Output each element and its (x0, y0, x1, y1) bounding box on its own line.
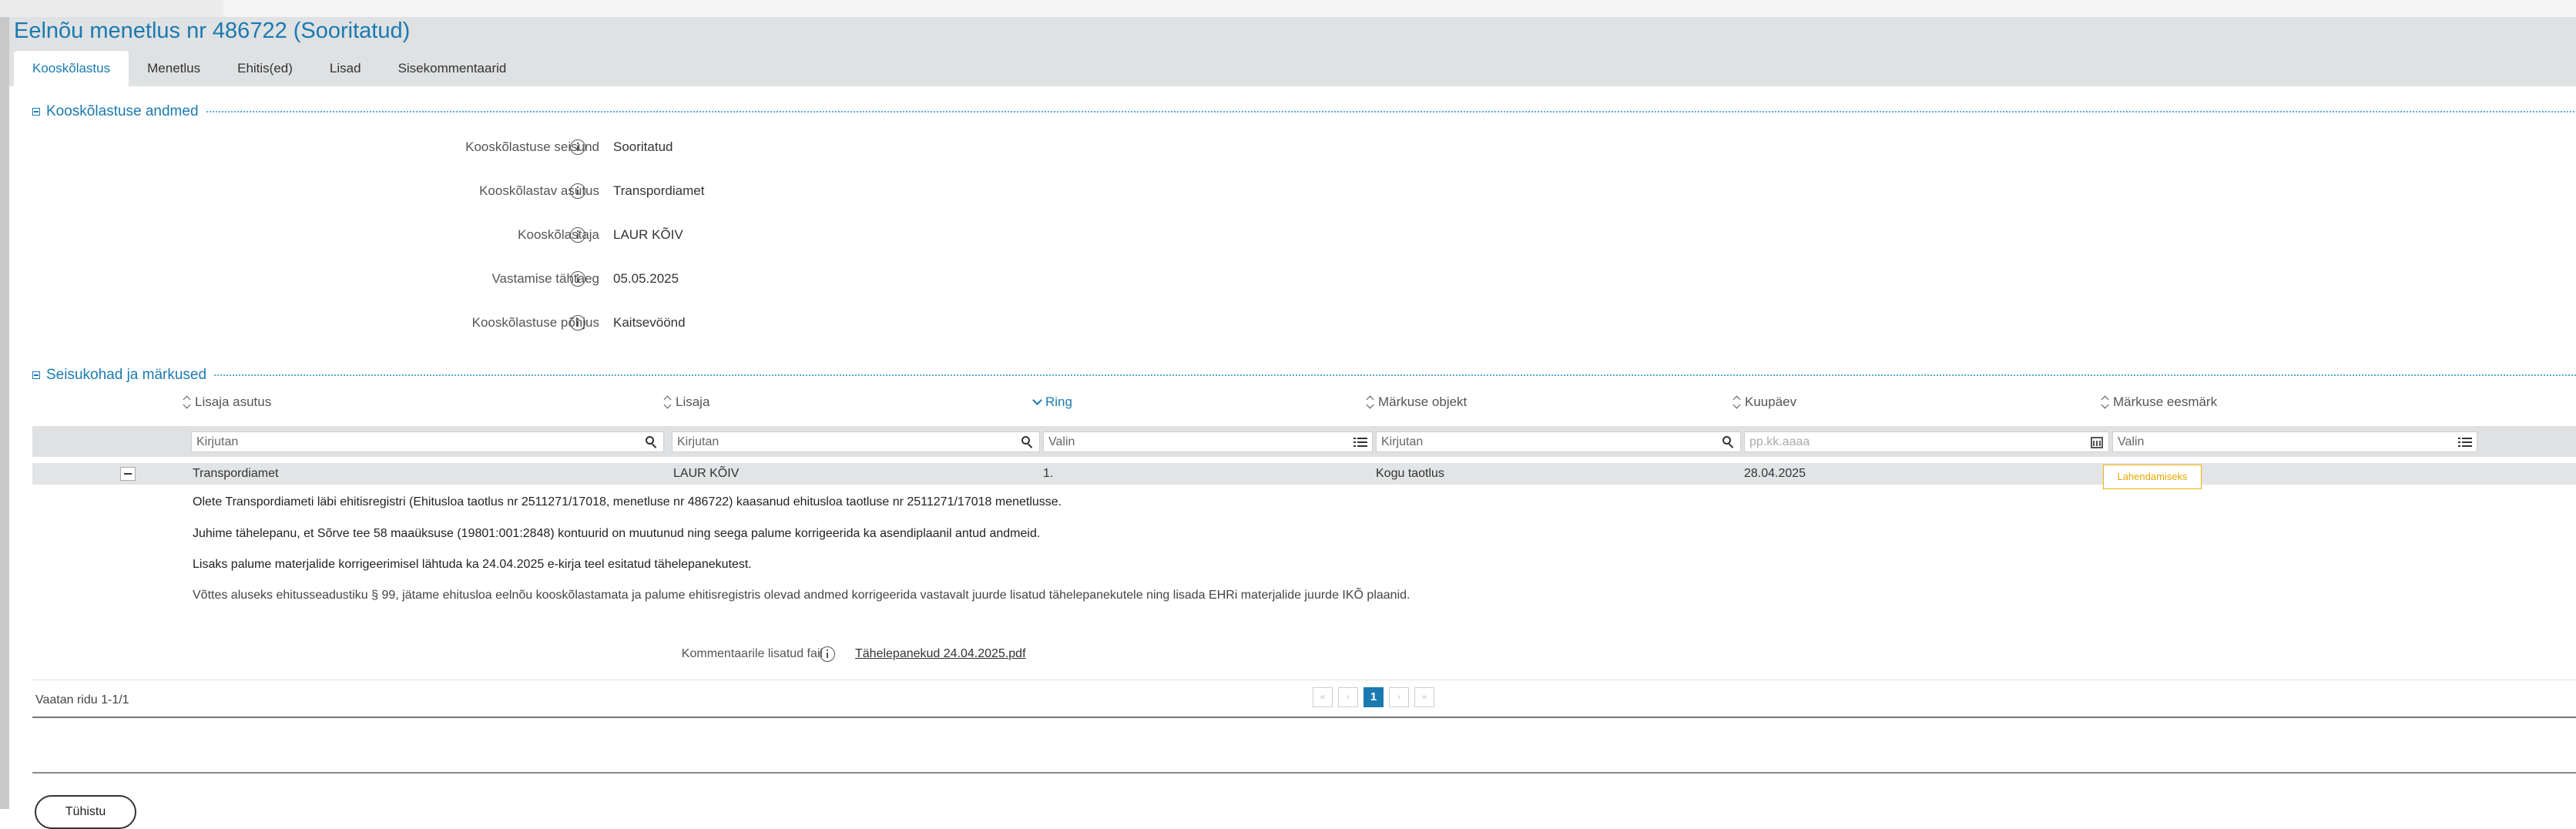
page-header: Eelnõu menetlus nr 486722 (Sooritatud) K… (9, 17, 2576, 86)
comment-line: Lisaks palume materjalide korrigeerimise… (193, 558, 752, 571)
cell-kuupaev: 28.04.2025 (1744, 467, 1806, 480)
sort-icon (1367, 395, 1374, 409)
field-value: Sooritatud (613, 139, 673, 154)
calendar-icon[interactable] (2090, 435, 2104, 449)
list-icon[interactable] (1353, 435, 1367, 449)
cell-markuse-objekt: Kogu taotlus (1376, 467, 1444, 480)
left-edge-bar (0, 17, 9, 809)
field-asutus: Kooskõlastav asutus Transpordiamet (9, 181, 934, 201)
section-title: Seisukohad ja märkused (46, 367, 207, 383)
tab-menetlus[interactable]: Menetlus (129, 51, 219, 86)
sort-icon (183, 395, 191, 409)
column-header-ring[interactable]: Ring (1032, 394, 1072, 410)
collapse-toggle-icon[interactable] (32, 371, 40, 379)
search-icon[interactable] (1021, 435, 1035, 449)
info-icon[interactable] (570, 271, 585, 287)
attachment-label: Kommentaarile lisatud fail (681, 647, 823, 660)
main-content: Kooskõlastuse andmed Kooskõlastuse seisu… (9, 86, 2576, 829)
tab-kooskolastus[interactable]: Kooskõlastus (14, 51, 129, 86)
collapse-toggle-icon[interactable] (32, 108, 40, 116)
tab-sisekommentaarid[interactable]: Sisekommentaarid (380, 51, 525, 86)
field-pohjus: Kooskõlastuse põhjus Kaitsevöönd (9, 313, 934, 333)
field-tahtaeg: Vastamise tähtaeg 05.05.2025 (9, 269, 934, 289)
section-seisukohad: Seisukohad ja märkused (32, 367, 2576, 384)
table-bottom-divider (32, 717, 2576, 718)
section-kooskolastuse-andmed: Kooskõlastuse andmed (32, 103, 2576, 120)
prev-page-button[interactable]: ‹ (1338, 687, 1358, 707)
last-page-button[interactable]: » (1414, 687, 1434, 707)
column-header-markuse-objekt[interactable]: Märkuse objekt (1367, 394, 1467, 410)
section-divider (214, 374, 2576, 376)
comment-line: Võttes aluseks ehitusseadustiku § 99, jä… (193, 589, 1410, 602)
section-divider (206, 111, 2576, 112)
comment-line: Juhime tähelepanu, et Sõrve tee 58 maaük… (193, 527, 1041, 540)
comment-line: Olete Transpordiameti läbi ehitisregistr… (193, 495, 1062, 508)
field-value: 05.05.2025 (613, 271, 679, 286)
section-title: Kooskõlastuse andmed (46, 103, 199, 119)
filter-lisaja-input[interactable]: Kirjutan (672, 431, 1040, 452)
field-label: Kooskõlastaja (518, 227, 599, 242)
sort-descending-icon (1032, 395, 1041, 409)
sort-icon (1733, 395, 1741, 409)
status-badge: Lahendamiseks (2103, 465, 2202, 489)
tab-ehitised[interactable]: Ehitis(ed) (219, 51, 311, 86)
column-header-markuse-eesmark[interactable]: Märkuse eesmärk (2101, 394, 2217, 410)
footer-divider (32, 772, 2576, 774)
column-header-lisaja-asutus[interactable]: Lisaja asutus (183, 394, 271, 410)
info-icon[interactable] (570, 227, 585, 243)
cell-lisaja: LAUR KÕIV (673, 467, 740, 480)
column-header-kuupaev[interactable]: Kuupäev (1733, 394, 1796, 410)
info-icon[interactable] (570, 183, 585, 199)
sort-icon (2101, 395, 2109, 409)
field-value: Transpordiamet (613, 183, 705, 198)
search-icon[interactable] (645, 435, 659, 449)
filter-ring-select[interactable]: Valin (1043, 431, 1373, 452)
attachment-link[interactable]: Tähelepanekud 24.04.2025.pdf (855, 644, 1026, 664)
field-value: LAUR KÕIV (613, 227, 683, 242)
info-icon[interactable] (570, 139, 585, 155)
top-bar-highlight (0, 0, 223, 17)
page-title: Eelnõu menetlus nr 486722 (Sooritatud) (14, 18, 411, 43)
page-button-current[interactable]: 1 (1363, 687, 1384, 707)
filter-lisaja-asutus-input[interactable]: Kirjutan (191, 431, 664, 452)
filter-kuupaev-input[interactable]: pp.kk.aaaa (1744, 431, 2109, 452)
filter-eesmark-select[interactable]: Valin (2112, 431, 2477, 452)
cell-lisaja-asutus: Transpordiamet (193, 467, 279, 480)
next-page-button[interactable]: › (1389, 687, 1409, 707)
tab-bar: Kooskõlastus Menetlus Ehitis(ed) Lisad S… (14, 51, 525, 86)
filter-bar: Kirjutan Kirjutan Valin Kirjutan pp.kk.a… (32, 426, 2576, 457)
field-value: Kaitsevöönd (613, 315, 686, 330)
filter-objekt-input[interactable]: Kirjutan (1376, 431, 1741, 452)
field-seisund: Kooskõlastuse seisund Sooritatud (9, 137, 934, 157)
pagination: « ‹ 1 › » (1313, 687, 1434, 707)
search-icon[interactable] (1722, 435, 1736, 449)
first-page-button[interactable]: « (1313, 687, 1333, 707)
back-button[interactable]: Tühistu (35, 795, 136, 829)
pager-info: Vaatan ridu 1-1/1 (35, 693, 129, 706)
sort-icon (664, 395, 672, 409)
tab-lisad[interactable]: Lisad (311, 51, 380, 86)
column-header-lisaja[interactable]: Lisaja (664, 394, 709, 410)
top-bar (0, 0, 2576, 17)
list-icon[interactable] (2458, 435, 2472, 449)
collapse-row-icon[interactable] (120, 467, 136, 481)
info-icon[interactable] (820, 646, 835, 662)
cell-ring: 1. (1043, 467, 1054, 480)
attachment-row: Kommentaarile lisatud fail Tähelepanekud… (9, 644, 1088, 664)
field-kooskolastaja: Kooskõlastaja LAUR KÕIV (9, 225, 934, 245)
info-icon[interactable] (570, 315, 585, 331)
